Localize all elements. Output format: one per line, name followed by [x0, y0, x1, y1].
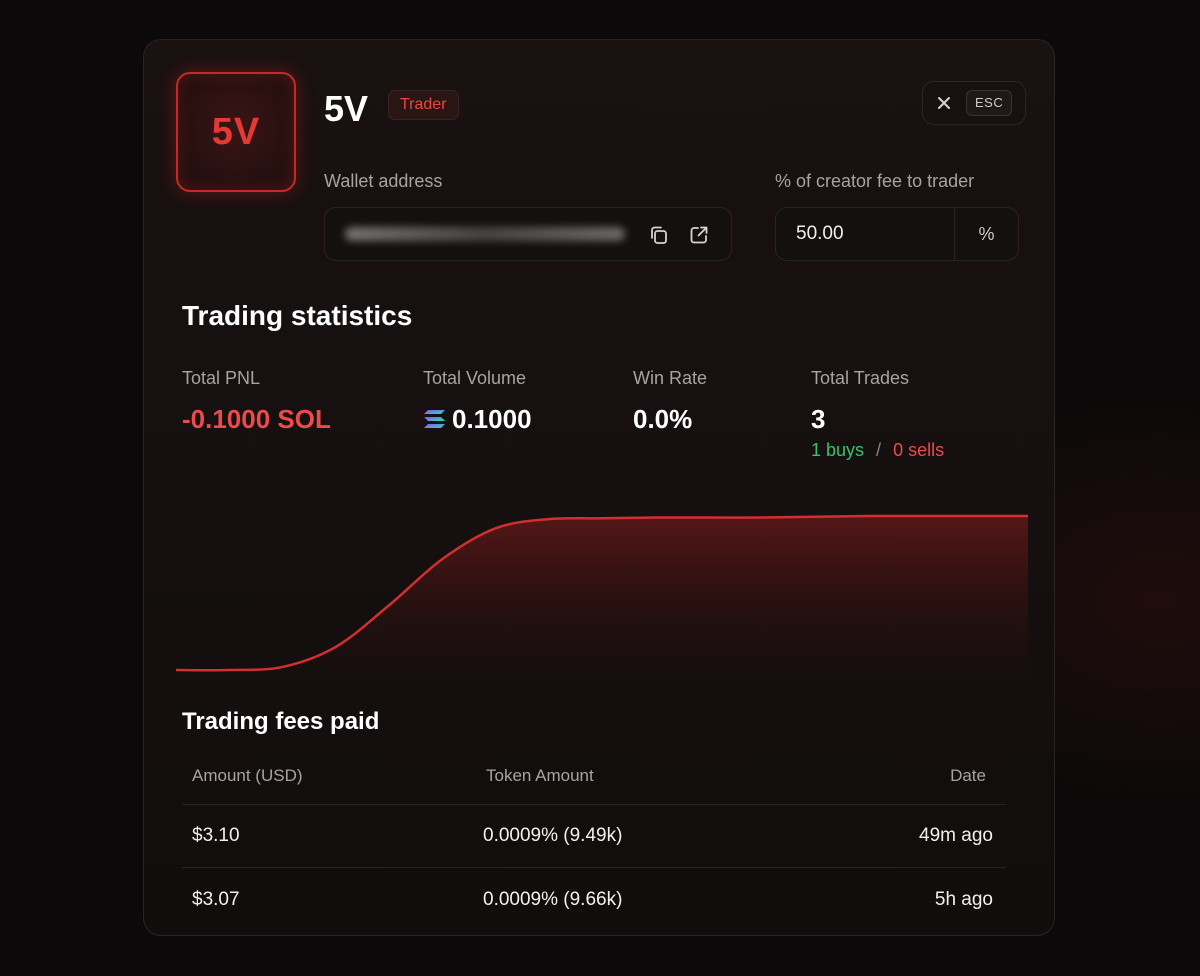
column-header-date: Date — [950, 766, 986, 785]
row-date: 49m ago — [919, 825, 993, 846]
solana-icon — [424, 410, 445, 428]
trader-name: 5V — [324, 88, 369, 129]
row-date: 5h ago — [934, 889, 993, 910]
creator-fee-label: % of creator fee to trader — [775, 171, 975, 191]
row-token-amount: 0.0009% (9.66k) — [483, 889, 623, 910]
buys-sells-separator: / — [876, 440, 882, 460]
trading-fees-title: Trading fees paid — [182, 708, 380, 735]
row-amount: $3.10 — [192, 825, 240, 846]
total-pnl-value: -0.1000 SOL — [182, 404, 331, 434]
total-trades-label: Total Trades — [811, 368, 910, 388]
close-icon[interactable] — [936, 95, 952, 111]
buys-count: 1 buys — [811, 440, 865, 460]
wallet-address-label: Wallet address — [324, 171, 443, 191]
win-rate-label: Win Rate — [633, 368, 708, 388]
trader-details-modal: 5V 5V Trader ESC Wallet address % of cre… — [143, 39, 1055, 936]
external-link-icon[interactable] — [688, 224, 710, 246]
close-button[interactable]: ESC — [922, 81, 1026, 125]
trading-statistics-title: Trading statistics — [182, 300, 413, 331]
total-pnl-label: Total PNL — [182, 368, 261, 388]
table-divider — [182, 804, 1006, 805]
copy-address-button[interactable] — [647, 223, 671, 247]
esc-key-hint: ESC — [966, 90, 1013, 116]
win-rate-value: 0.0% — [633, 404, 693, 434]
percent-unit: % — [954, 208, 1018, 260]
total-volume-label: Total Volume — [423, 368, 527, 388]
avatar-initials: 5V — [211, 110, 261, 153]
row-token-amount: 0.0009% (9.49k) — [483, 825, 623, 846]
copy-icon[interactable] — [648, 224, 670, 246]
column-header-amount: Amount (USD) — [192, 766, 303, 785]
wallet-address-field — [324, 207, 732, 261]
creator-fee-field: % — [775, 207, 1019, 261]
open-address-button[interactable] — [687, 223, 711, 247]
column-header-token-amount: Token Amount — [486, 766, 594, 785]
buys-sells-breakdown: 1 buys / 0 sells — [811, 440, 944, 461]
role-badge: Trader — [388, 90, 459, 120]
row-amount: $3.07 — [192, 889, 240, 910]
creator-fee-input[interactable] — [776, 208, 954, 260]
trader-avatar: 5V — [176, 72, 296, 192]
table-divider — [182, 867, 1006, 868]
total-volume-value: 0.1000 — [452, 404, 532, 434]
total-trades-value: 3 — [811, 404, 826, 434]
sells-count: 0 sells — [893, 440, 945, 460]
pnl-area-chart — [176, 514, 1028, 688]
total-volume-stat: 0.1000 — [423, 404, 532, 435]
wallet-address-value-obscured — [345, 227, 625, 241]
